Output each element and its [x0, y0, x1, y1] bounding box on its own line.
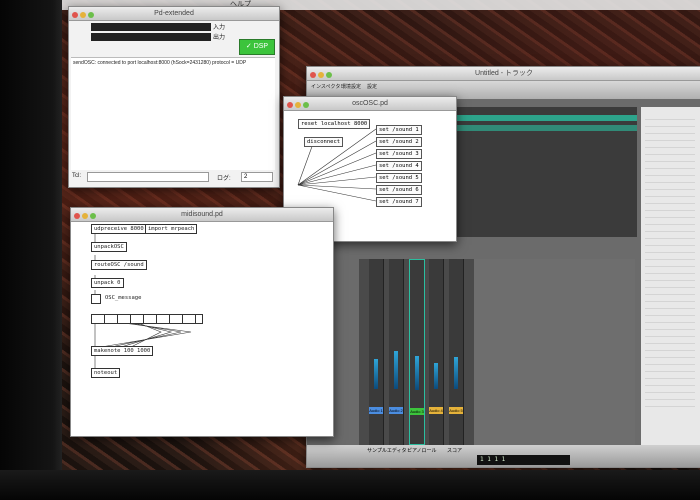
- audio-in-meter: [91, 23, 211, 31]
- unpack-object[interactable]: unpack 0: [91, 278, 124, 288]
- osc-titlebar: oscOSC.pd: [284, 97, 456, 111]
- noteout-object[interactable]: noteout: [91, 368, 121, 378]
- mixer: Audio 1 Audio 2 Audio 3 Audio 4 Audio 5: [359, 259, 635, 445]
- midi-patch-window: midisound.pd udpreceive 8000 import mrpe…: [70, 207, 334, 437]
- level-meter: [454, 357, 458, 389]
- console-line: sendOSC: connected to port localhost:800…: [73, 60, 247, 66]
- sound-message[interactable]: set /sound 7: [376, 197, 422, 207]
- score-tab[interactable]: スコア: [447, 447, 462, 454]
- close-icon[interactable]: [72, 12, 78, 18]
- level-meter: [374, 359, 378, 389]
- monitor-bezel-left: [0, 0, 62, 500]
- sample-editor-tab[interactable]: サンプルエディタ: [367, 447, 407, 454]
- audio-out-meter: [91, 33, 211, 41]
- unpackosc-object[interactable]: unpackOSC: [91, 242, 127, 252]
- number-boxes[interactable]: [91, 314, 203, 324]
- pd-main-window: Pd-extended 入力 出力 ✓ DSP sendOSC: connect…: [68, 6, 280, 188]
- transport-bar: サンプルエディタ ピアノロール スコア 1 1 1 1: [307, 445, 700, 467]
- minimize-icon[interactable]: [82, 213, 88, 219]
- routeosc-object[interactable]: routeOSC /sound: [91, 260, 147, 270]
- piano-roll-tab[interactable]: ピアノロール: [407, 447, 437, 454]
- midi-title: midisound.pd: [181, 211, 223, 218]
- track-region[interactable]: [457, 125, 637, 131]
- sound-message[interactable]: set /sound 5: [376, 173, 422, 183]
- close-icon[interactable]: [74, 213, 80, 219]
- disconnect-message[interactable]: disconnect: [304, 137, 344, 147]
- dsp-label: DSP: [253, 43, 269, 50]
- logic-titlebar: Untitled - トラック: [307, 67, 700, 81]
- log-label: ログ:: [217, 176, 231, 182]
- log-level-select[interactable]: 2: [241, 172, 273, 182]
- tcl-label: Tcl:: [72, 173, 81, 179]
- channel-name: Audio 3: [410, 408, 424, 415]
- screen: ヘルプ Untitled - トラック インスペクタ 環境設定 設定 Audio…: [0, 0, 700, 500]
- pd-titlebar: Pd-extended: [69, 7, 279, 21]
- patch-cords: [94, 232, 192, 370]
- channel-name: Audio 2: [389, 407, 403, 414]
- osc-message-object[interactable]: OSC_message: [103, 294, 143, 302]
- audio-out-label: 出力: [213, 35, 226, 41]
- bang-icon[interactable]: [91, 294, 101, 304]
- sound-message[interactable]: set /sound 6: [376, 185, 422, 195]
- reset-message[interactable]: reset localhost 8000: [298, 119, 371, 129]
- close-icon[interactable]: [287, 102, 293, 108]
- prefs-button[interactable]: 環境設定: [341, 83, 361, 90]
- level-meter: [434, 363, 438, 389]
- osc-title: oscOSC.pd: [352, 100, 388, 107]
- midi-titlebar: midisound.pd: [71, 208, 333, 222]
- dsp-toggle[interactable]: ✓ DSP: [239, 39, 275, 55]
- import-object[interactable]: import mrpeach: [145, 224, 198, 234]
- channel-strip[interactable]: Audio 5: [449, 259, 464, 445]
- zoom-icon[interactable]: [90, 213, 96, 219]
- audio-in-label: 入力: [213, 25, 226, 31]
- makenote-object[interactable]: makenote 100 1000: [91, 346, 154, 356]
- zoom-icon[interactable]: [326, 72, 332, 78]
- track-region[interactable]: [457, 115, 637, 121]
- level-meter: [394, 351, 398, 389]
- track-area[interactable]: [457, 107, 637, 237]
- sound-message[interactable]: set /sound 2: [376, 137, 422, 147]
- channel-name: Audio 5: [449, 407, 463, 414]
- tcl-input[interactable]: [87, 172, 209, 182]
- minimize-icon[interactable]: [318, 72, 324, 78]
- console: sendOSC: connected to port localhost:800…: [71, 57, 275, 170]
- channel-strip[interactable]: Audio 4: [429, 259, 444, 445]
- udpreceive-object[interactable]: udpreceive 8000: [91, 224, 147, 234]
- settings-button[interactable]: 設定: [367, 83, 377, 90]
- mixer-empty-area: [474, 259, 635, 445]
- zoom-icon[interactable]: [88, 12, 94, 18]
- sound-message[interactable]: set /sound 3: [376, 149, 422, 159]
- level-meter: [415, 356, 419, 390]
- channel-name: Audio 1: [369, 407, 383, 414]
- monitor-bezel-bottom: [0, 470, 700, 500]
- channel-name: Audio 4: [429, 407, 443, 414]
- close-icon[interactable]: [310, 72, 316, 78]
- minimize-icon[interactable]: [80, 12, 86, 18]
- position-display: 1 1 1 1: [477, 455, 570, 465]
- channel-strip[interactable]: Audio 1: [369, 259, 384, 445]
- logic-title: Untitled - トラック: [475, 70, 533, 77]
- channel-strip[interactable]: Audio 2: [389, 259, 404, 445]
- media-browser[interactable]: [641, 107, 700, 467]
- inspector-button[interactable]: インスペクタ: [311, 83, 340, 90]
- sound-message[interactable]: set /sound 1: [376, 125, 422, 135]
- zoom-icon[interactable]: [303, 102, 309, 108]
- check-icon: ✓: [245, 43, 254, 50]
- pd-title: Pd-extended: [154, 10, 194, 17]
- minimize-icon[interactable]: [295, 102, 301, 108]
- channel-strip[interactable]: Audio 3: [409, 259, 425, 445]
- sound-message[interactable]: set /sound 4: [376, 161, 422, 171]
